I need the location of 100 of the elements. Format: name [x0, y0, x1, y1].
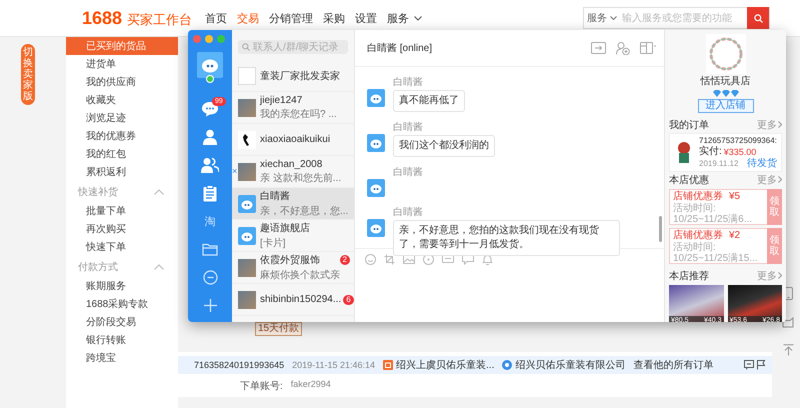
sender-name: 白睛酱 [393, 77, 424, 89]
nav-tab[interactable]: 服务 [382, 8, 427, 28]
crop-icon[interactable] [384, 254, 395, 265]
caret-icon[interactable] [414, 16, 422, 20]
mascot-avatar [367, 179, 385, 197]
logo-text: 1688 [82, 8, 122, 28]
order-time: 2019-11-15 21:46:14 [292, 360, 376, 370]
message-icon[interactable] [744, 360, 754, 370]
chevron-icon[interactable] [154, 264, 164, 270]
back-to-top-icon[interactable] [782, 344, 794, 356]
order-card[interactable]: 71265753725099364: 实付: ¥335.00 2019.11.12 待发货 [669, 133, 782, 172]
contact-item[interactable]: shibinbin150294... 6 [232, 284, 354, 316]
message-preview: 亲 这款和您先前... [260, 172, 342, 184]
coupon-value: ¥5 [729, 191, 740, 203]
sidebar-item[interactable]: 收藏夹 [66, 91, 178, 109]
clipboard-icon[interactable] [203, 184, 217, 202]
photo-placeholder [238, 290, 256, 308]
minus-circle-icon[interactable] [202, 270, 218, 284]
search-button[interactable] [747, 7, 769, 29]
store-name: 恬恬玩具店 [700, 76, 750, 88]
search-icon [242, 43, 250, 51]
bell-icon[interactable] [482, 254, 493, 265]
chevron-right-icon[interactable] [778, 272, 782, 279]
sidebar-item[interactable]: 账期服务 [66, 277, 178, 295]
circle-icon[interactable] [423, 254, 434, 265]
sidebar-item[interactable]: 浏览足迹 [66, 109, 178, 127]
sidebar-item[interactable]: 银行转账 [66, 331, 178, 349]
screen-icon[interactable] [442, 254, 454, 264]
chevron-right-icon[interactable] [778, 176, 782, 183]
contact-name: xiechan_2008 [260, 158, 322, 170]
section-title: 本店推荐 [669, 270, 709, 282]
nav-tab[interactable]: 设置 [350, 8, 382, 28]
section-title: 我的订单 [669, 118, 709, 132]
paid-label: 实付: [699, 146, 722, 158]
contact-item[interactable]: 趣语旗舰店 [卡片] [232, 220, 354, 252]
sidebar-item[interactable]: 快速下单 [66, 238, 178, 256]
caret-icon[interactable] [610, 16, 617, 20]
sidebar-item[interactable]: 跨境宝 [66, 349, 178, 367]
mascot-avatar [238, 194, 256, 212]
sidebar-item[interactable]: 批量下单 [66, 202, 178, 220]
message-bubble: 真不能再低了 [393, 90, 465, 112]
sidebar-item[interactable]: 累积返利 [66, 163, 178, 181]
contact-item[interactable]: jiejie1247 我的亲您在吗? ... [232, 92, 354, 124]
all-orders-link[interactable]: 查看他的所有订单 [633, 358, 714, 372]
scrollbar[interactable] [659, 216, 662, 242]
smiley-icon[interactable] [365, 254, 376, 265]
contact-item[interactable]: 童装厂家批发卖家 [232, 60, 354, 92]
flag-icon[interactable] [756, 360, 766, 370]
shop-link[interactable]: 绍兴上虞贝佑乐童装... [396, 358, 494, 372]
message-preview: 亲，不好意思，您... [260, 204, 350, 218]
folder-icon[interactable] [202, 242, 218, 256]
image-icon[interactable] [403, 254, 415, 264]
contact-item[interactable]: 依霞外贸服饰 2 麻烦你换个款式亲 [232, 252, 354, 284]
mascot-avatar [367, 134, 385, 152]
coupon-period: 活动时间: 10/25~11/25满15... [673, 242, 759, 264]
nav-tab[interactable]: 首页 [200, 8, 232, 28]
order-status: 待发货 [746, 158, 777, 169]
sidebar-item[interactable]: 我的红包 [66, 145, 178, 163]
contact-name: 依霞外贸服饰 [260, 254, 320, 267]
add-person-icon[interactable] [616, 42, 630, 54]
mascot-avatar [238, 226, 256, 244]
sidebar-item[interactable]: 进货单 [66, 55, 178, 73]
person-icon[interactable] [203, 129, 217, 145]
plus-icon[interactable] [202, 298, 218, 312]
contact-item[interactable]: 白睛酱 亲，不好意思，您... [232, 188, 354, 220]
scope-dropdown[interactable]: 服务 [584, 11, 620, 25]
panel-layout-icon[interactable] [640, 42, 656, 54]
section-title: 付款方式 [78, 260, 118, 274]
coupon-value: ¥2 [729, 230, 740, 242]
shop-icon [383, 360, 394, 370]
nav-tab[interactable]: 采购 [318, 8, 350, 28]
nav-tab[interactable]: 分销管理 [264, 8, 318, 28]
sidebar-item[interactable]: 再次购买 [66, 220, 178, 238]
group-icon[interactable] [201, 157, 219, 173]
speech-bubble-icon[interactable] [462, 254, 474, 265]
contact-name: jiejie1247 [260, 94, 302, 106]
sidebar-item[interactable]: 1688采购专款 [66, 295, 178, 313]
message-preview: [卡片] [260, 236, 287, 250]
search-icon[interactable] [754, 14, 762, 22]
company-name: 绍兴贝佑乐童装有限公司 [515, 358, 626, 372]
section-title: 本店优惠 [669, 174, 709, 186]
sidebar-item[interactable]: 我的供应商 [66, 73, 178, 91]
contact-search-field[interactable]: 联系人/群/聊天记录 [238, 40, 348, 54]
payment-tag: 15天付款 [255, 322, 302, 336]
chevron-icon[interactable] [154, 188, 164, 194]
contact-name: 趣语旗舰店 [260, 222, 310, 235]
contact-name: xiaoxiaoaikuikui [260, 134, 330, 145]
minimize-button[interactable] [205, 35, 213, 43]
figure-drawing [238, 130, 256, 148]
contact-item[interactable]: xiaoxiaoaikuikui [232, 124, 354, 156]
zoom-button[interactable] [217, 35, 225, 43]
sender-name: 白睛酱 [393, 207, 424, 219]
message-bubble: 亲，不好意思，您拍的这款我们现在没有现货了，需要等到十一月低发货。 [393, 220, 620, 256]
paid-amount: ¥335.00 [724, 146, 756, 158]
sidebar-item[interactable]: 我的优惠券 [66, 127, 178, 145]
search-field[interactable]: 服务 输入服务或您需要的功能 [583, 7, 770, 29]
chevron-right-icon[interactable] [778, 121, 782, 128]
sidebar-item[interactable]: 分阶段交易 [66, 313, 178, 331]
mascot-avatar[interactable] [197, 52, 223, 78]
coupon-name: 店铺优惠券 [673, 191, 723, 202]
